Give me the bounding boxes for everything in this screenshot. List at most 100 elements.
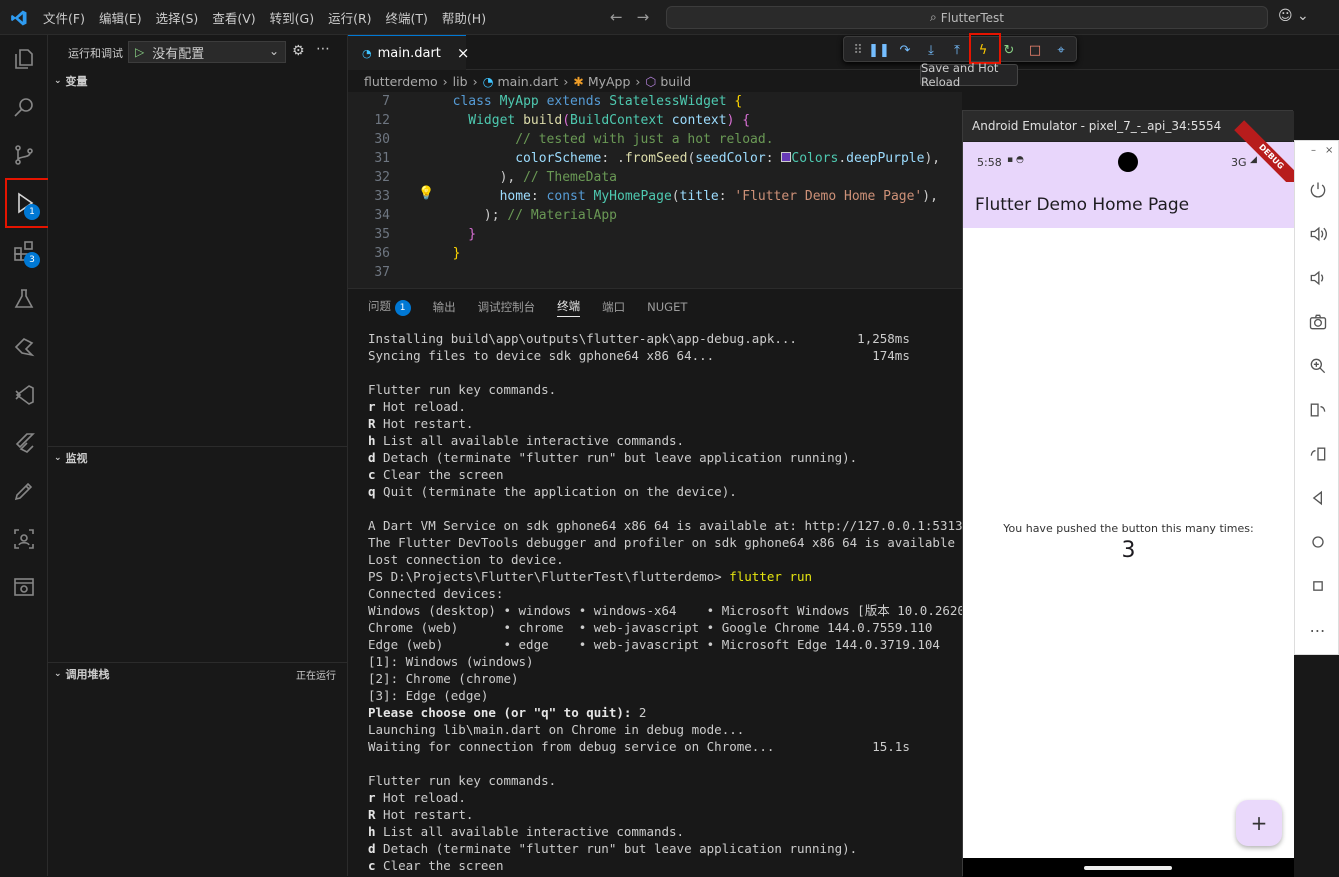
inspect-icon[interactable]	[0, 515, 48, 563]
command-center-label: FlutterTest	[940, 10, 1004, 25]
search-icon: ⌕	[930, 10, 937, 24]
dart-file-icon: ◔	[482, 73, 494, 89]
breadcrumb-item[interactable]: MyApp	[588, 74, 631, 89]
breadcrumb-item[interactable]: flutterdemo	[364, 74, 438, 89]
code-line[interactable]: 12 Widget build(BuildContext context) {	[348, 111, 962, 130]
inspect-widget-icon[interactable]: ⌖	[1051, 40, 1071, 60]
code-line[interactable]: 36 }	[348, 244, 962, 263]
menu-file[interactable]: 文件(F)	[36, 8, 92, 27]
code-editor[interactable]: 7 class MyApp extends StatelessWidget {1…	[348, 92, 962, 288]
vscode-logo-icon	[11, 10, 27, 26]
more-actions-icon[interactable]: ⋯	[316, 41, 330, 57]
terminal-output[interactable]: Installing build\app\outputs\flutter-apk…	[368, 330, 962, 874]
step-into-icon[interactable]: ⤓	[921, 40, 941, 60]
panel-tabs: 问题 1 输出 调试控制台 终端 端口 NUGET	[368, 289, 687, 325]
source-control-icon[interactable]	[0, 131, 48, 179]
restart-icon[interactable]: ↻	[999, 40, 1019, 60]
more-icon[interactable]: ⋯	[1295, 615, 1339, 645]
tab-main-dart[interactable]: ◔ main.dart ×	[348, 35, 469, 70]
menu-selection[interactable]: 选择(S)	[149, 8, 206, 27]
code-line[interactable]: 31 colorScheme: .fromSeed(seedColor: Col…	[348, 149, 962, 168]
explorer-icon[interactable]	[0, 35, 48, 83]
tab-debug-console[interactable]: 调试控制台	[478, 299, 536, 315]
tab-ports[interactable]: 端口	[602, 299, 625, 315]
bottom-panel: 问题 1 输出 调试控制台 终端 端口 NUGET Installing bui…	[348, 288, 962, 876]
variables-title: 变量	[65, 75, 88, 88]
lightbulb-icon[interactable]: 💡	[418, 186, 434, 201]
tab-nuget[interactable]: NUGET	[647, 300, 687, 314]
home-icon[interactable]	[1295, 527, 1339, 557]
step-out-icon[interactable]: ⤒	[947, 40, 967, 60]
callstack-section-header[interactable]: ⌄ 调用堆栈 正在运行	[48, 663, 348, 685]
terminal-line: Launching lib\main.dart on Chrome in deb…	[368, 722, 745, 737]
menu-view[interactable]: 查看(V)	[205, 8, 262, 27]
code-line[interactable]: 37	[348, 263, 962, 282]
home-pill[interactable]	[1084, 866, 1172, 870]
minimize-icon[interactable]: –	[1311, 145, 1316, 156]
close-icon[interactable]: ×	[457, 44, 470, 62]
search-icon[interactable]	[0, 83, 48, 131]
tab-output[interactable]: 输出	[433, 299, 456, 315]
flutter-devtools-icon[interactable]	[0, 323, 48, 371]
tab-problems[interactable]: 问题 1	[368, 298, 411, 316]
overview-icon[interactable]	[1295, 571, 1339, 601]
terminal-line: Chrome (web) • chrome • web-javascript •…	[368, 620, 933, 635]
code-line[interactable]: 32 ), // ThemeData	[348, 168, 962, 187]
menu-go[interactable]: 转到(G)	[263, 8, 321, 27]
menu-help[interactable]: 帮助(H)	[435, 8, 493, 27]
breadcrumb-item[interactable]: main.dart	[497, 74, 558, 89]
command-center[interactable]: ⌕ FlutterTest	[666, 6, 1268, 29]
pause-icon[interactable]: ❚❚	[868, 40, 890, 60]
rotate-right-icon[interactable]	[1295, 439, 1339, 469]
code-line[interactable]: 7 class MyApp extends StatelessWidget {	[348, 92, 962, 111]
terminal-line: Syncing files to device sdk gphone64 x86…	[368, 348, 910, 363]
terminal-line: h List all available interactive command…	[368, 824, 685, 839]
flutter-icon[interactable]	[0, 419, 48, 467]
tab-terminal[interactable]: 终端	[557, 298, 581, 317]
terminal-line: Connected devices:	[368, 586, 504, 601]
back-arrow-icon[interactable]: ←	[610, 8, 637, 26]
title-bar: 文件(F) 编辑(E) 选择(S) 查看(V) 转到(G) 运行(R) 终端(T…	[0, 0, 1339, 35]
rotate-left-icon[interactable]	[1295, 395, 1339, 425]
stop-icon[interactable]: □	[1025, 40, 1045, 60]
menu-run[interactable]: 运行(R)	[321, 8, 378, 27]
gear-icon[interactable]: ⚙	[292, 43, 305, 59]
drag-handle-icon[interactable]: ⠿	[848, 40, 868, 60]
callstack-title: 调用堆栈	[65, 668, 110, 681]
code-line[interactable]: 34 ); // MaterialApp	[348, 206, 962, 225]
menu-edit[interactable]: 编辑(E)	[92, 8, 149, 27]
volume-up-icon[interactable]	[1295, 219, 1339, 249]
terminal-line: d Detach (terminate "flutter run" but le…	[368, 450, 858, 465]
sidebar-title: 运行和调试	[68, 46, 123, 60]
power-icon[interactable]	[1295, 175, 1339, 205]
preview-icon[interactable]	[0, 563, 48, 611]
camera-icon[interactable]	[1295, 307, 1339, 337]
code-line[interactable]: 30 // tested with just a hot reload.	[348, 130, 962, 149]
copilot-icon[interactable]: ☺ ⌄	[1278, 8, 1309, 24]
volume-down-icon[interactable]	[1295, 263, 1339, 293]
visual-studio-icon[interactable]	[0, 371, 48, 419]
terminal-line: R Hot restart.	[368, 807, 474, 822]
breadcrumb-item[interactable]: lib	[453, 74, 468, 89]
back-icon[interactable]	[1295, 483, 1339, 513]
watch-section-header[interactable]: ⌄ 监视	[48, 447, 348, 469]
code-line[interactable]: 33 home: const MyHomePage(title: 'Flutte…	[348, 187, 962, 206]
phone-screen[interactable]: 5:58 ▪ ◓ 3G ◢ DEBUG Flutter Demo Home Pa…	[963, 120, 1308, 858]
zoom-in-icon[interactable]	[1295, 351, 1339, 381]
close-icon[interactable]: ×	[1325, 145, 1333, 156]
terminal-line: Lost connection to device.	[368, 552, 564, 567]
testing-icon[interactable]	[0, 275, 48, 323]
debug-config-select[interactable]: ▷ 没有配置 ⌄	[128, 41, 286, 63]
increment-fab-button[interactable]: +	[1236, 800, 1282, 846]
breadcrumb-item[interactable]: build	[660, 74, 691, 89]
terminal-line: Windows (desktop) • windows • windows-x6…	[368, 603, 962, 618]
menu-terminal[interactable]: 终端(T)	[379, 8, 435, 27]
edit-tools-icon[interactable]	[0, 467, 48, 515]
extensions-icon[interactable]: 3	[0, 227, 48, 275]
step-over-icon[interactable]: ↷	[895, 40, 915, 60]
forward-arrow-icon[interactable]: →	[637, 8, 664, 26]
variables-section-header[interactable]: ⌄ 变量	[48, 70, 348, 92]
start-debugging-icon[interactable]: ▷	[135, 45, 144, 59]
terminal-line: Waiting for connection from debug servic…	[368, 739, 910, 754]
code-line[interactable]: 35 }	[348, 225, 962, 244]
